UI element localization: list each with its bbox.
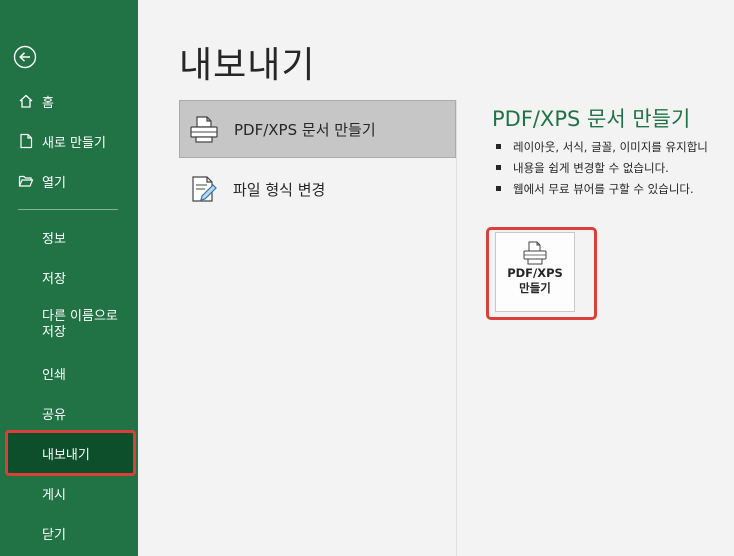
sidebar-item-label-line2: 저장 xyxy=(42,325,66,340)
highlight-box-export xyxy=(5,430,136,476)
new-document-icon xyxy=(20,133,33,149)
bullet-icon xyxy=(496,144,501,149)
change-file-type-icon xyxy=(192,176,217,202)
sidebar-item-label: 저장 xyxy=(42,271,66,287)
sidebar-item-label: 닫기 xyxy=(42,527,66,543)
sidebar-item-close[interactable]: 닫기 xyxy=(0,516,138,550)
sidebar-item-new[interactable]: 새로 만들기 xyxy=(0,124,138,158)
printer-document-icon xyxy=(190,116,218,143)
option-create-pdf-xps[interactable]: PDF/XPS 문서 만들기 xyxy=(179,100,456,158)
option-label: 파일 형식 변경 xyxy=(233,180,326,199)
sidebar-item-label: 인쇄 xyxy=(42,367,66,383)
folder-open-icon xyxy=(18,175,34,187)
detail-bullet-list: 레이아웃, 서식, 글꼴, 이미지를 유지합니 내용을 쉽게 변경할 수 없습니… xyxy=(496,136,734,199)
sidebar-item-save[interactable]: 저장 xyxy=(0,260,138,294)
sidebar-item-label: 공유 xyxy=(42,407,66,423)
backstage-sidebar: 홈 새로 만들기 열기 정보 저장 다른 이름으로 저장 인쇄 공유 내보내기 … xyxy=(0,0,138,556)
detail-title: PDF/XPS 문서 만들기 xyxy=(492,107,691,131)
sidebar-item-save-as[interactable]: 다른 이름으로 저장 xyxy=(42,309,138,341)
home-icon xyxy=(19,94,33,108)
sidebar-item-label: 홈 xyxy=(42,95,54,111)
sidebar-item-share[interactable]: 공유 xyxy=(0,396,138,430)
sidebar-item-publish[interactable]: 게시 xyxy=(0,476,138,510)
list-item: 레이아웃, 서식, 글꼴, 이미지를 유지합니 xyxy=(496,136,734,157)
sidebar-item-label: 정보 xyxy=(42,231,66,247)
arrow-left-circle-icon xyxy=(13,45,37,69)
option-label: PDF/XPS 문서 만들기 xyxy=(234,120,376,139)
sidebar-divider xyxy=(18,209,118,210)
sidebar-item-label: 새로 만들기 xyxy=(42,135,106,151)
bullet-icon xyxy=(496,165,501,170)
sidebar-item-label-line1: 다른 이름으로 xyxy=(42,309,118,324)
sidebar-item-print[interactable]: 인쇄 xyxy=(0,356,138,390)
back-button[interactable] xyxy=(13,45,37,69)
sidebar-item-home[interactable]: 홈 xyxy=(0,84,138,118)
list-item: 내용을 쉽게 변경할 수 없습니다. xyxy=(496,157,734,178)
sidebar-item-label: 게시 xyxy=(42,487,66,503)
sidebar-item-open[interactable]: 열기 xyxy=(0,164,138,198)
sidebar-item-info[interactable]: 정보 xyxy=(0,220,138,254)
bullet-icon xyxy=(496,186,501,191)
sidebar-item-label: 열기 xyxy=(42,175,66,191)
highlight-box-create-button xyxy=(486,227,597,320)
option-change-file-type[interactable]: 파일 형식 변경 xyxy=(179,160,456,218)
list-item: 웹에서 무료 뷰어를 구할 수 있습니다. xyxy=(496,178,734,199)
page-title: 내보내기 xyxy=(179,45,316,86)
export-pane: 내보내기 PDF/XPS 문서 만들기 파일 형식 변경 PDF/XPS 문서 … xyxy=(138,0,734,556)
pane-divider xyxy=(456,100,457,556)
